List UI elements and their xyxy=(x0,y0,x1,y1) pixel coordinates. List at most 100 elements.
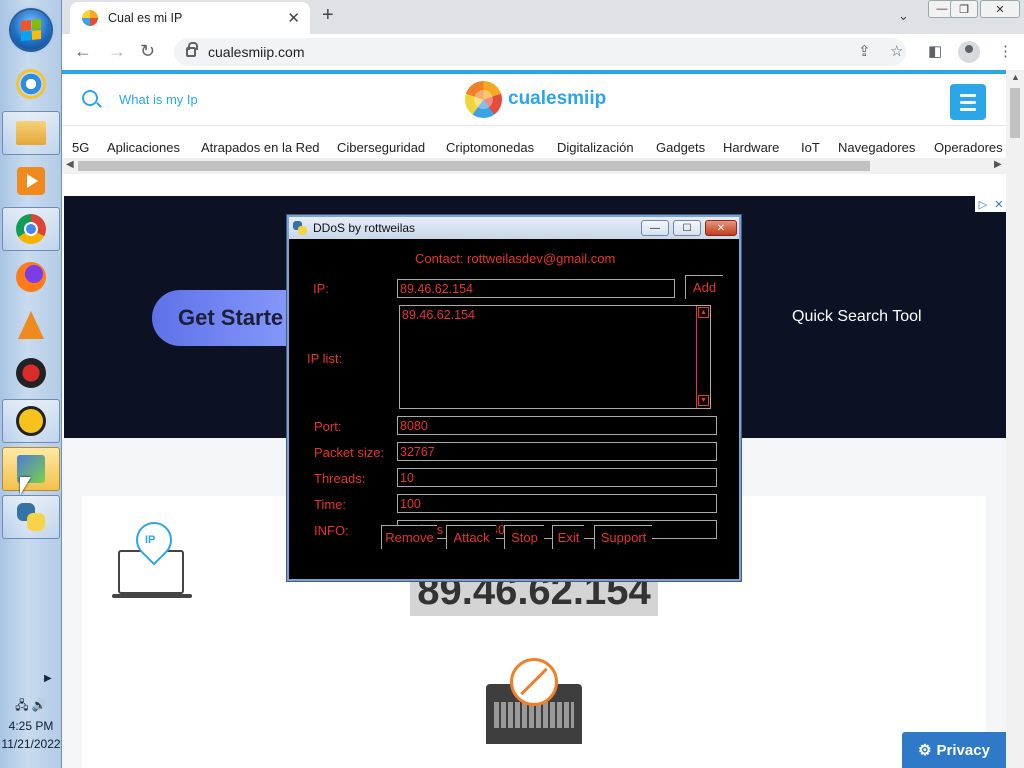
ddos-title-bar[interactable]: DDoS by rottweilas xyxy=(289,217,739,239)
listbox-scrollbar[interactable]: ▲ ▼ xyxy=(696,306,710,408)
category-link[interactable]: Ciberseguridad xyxy=(337,140,425,155)
browser-tab[interactable]: Cual es mi IP ✕ xyxy=(70,2,310,34)
network-icon[interactable]: 🖧 xyxy=(15,698,28,712)
tray-expand-icon[interactable]: ▶ xyxy=(44,673,52,684)
category-link[interactable]: Hardware xyxy=(723,140,779,155)
site-header: What is my Ip cualesmiip xyxy=(62,74,1006,126)
ip-list-label: IP list: xyxy=(307,351,343,366)
tab-search-chevron-icon[interactable]: ⌄ xyxy=(898,8,909,24)
scroll-down-icon[interactable]: ▼ xyxy=(698,395,709,406)
profile-avatar[interactable] xyxy=(958,41,980,63)
remove-button[interactable]: Remove xyxy=(381,525,437,549)
exit-button[interactable]: Exit xyxy=(552,525,584,549)
taskbar-app-red[interactable] xyxy=(2,351,60,395)
threads-input[interactable] xyxy=(397,468,717,487)
hamburger-menu-button[interactable] xyxy=(950,84,986,120)
search-link[interactable]: What is my Ip xyxy=(119,92,198,107)
mouse-cursor-icon xyxy=(20,477,31,495)
gear-icon: ⚙ xyxy=(918,742,932,759)
address-bar[interactable]: cualesmiip.com xyxy=(174,38,906,66)
ip-pin-label: IP xyxy=(145,534,156,546)
address-url: cualesmiip.com xyxy=(208,44,305,60)
yellow-app-icon xyxy=(16,406,46,436)
scroll-right-icon[interactable]: ▶ xyxy=(994,159,1002,170)
tab-title: Cual es mi IP xyxy=(108,11,183,25)
clock-time[interactable]: 4:25 PM xyxy=(0,719,62,733)
taskbar-python[interactable] xyxy=(2,495,60,539)
port-label: Port: xyxy=(314,419,342,434)
ddos-maximize-button[interactable]: ☐ xyxy=(673,220,701,236)
ad-choices-icon[interactable]: ▷ ✕ xyxy=(975,196,1006,212)
contact-text: Contact: rottweilasdev@gmail.com xyxy=(415,251,616,266)
new-tab-button[interactable]: + xyxy=(322,4,334,27)
privacy-button[interactable]: ⚙ Privacy xyxy=(902,732,1006,768)
site-logo-icon[interactable] xyxy=(465,81,502,118)
category-link[interactable]: Navegadores xyxy=(838,140,915,155)
lock-icon[interactable] xyxy=(186,42,198,57)
category-link[interactable]: Atrapados en la Red xyxy=(201,140,320,155)
taskbar-chrome[interactable] xyxy=(2,207,60,251)
reload-icon[interactable]: ↻ xyxy=(140,41,155,62)
scroll-up-icon[interactable]: ▲ xyxy=(698,307,709,318)
ddos-close-button[interactable]: ✕ xyxy=(705,220,737,236)
category-link[interactable]: Aplicaciones xyxy=(107,140,180,155)
browser-menu-icon[interactable]: ⋮ xyxy=(998,42,1013,60)
red-app-icon xyxy=(16,358,46,388)
windows-logo-icon xyxy=(21,18,41,42)
category-link[interactable]: IoT xyxy=(801,140,820,155)
ip-input[interactable] xyxy=(397,279,675,298)
category-link[interactable]: Gadgets xyxy=(656,140,705,155)
volume-icon[interactable]: 🔊 xyxy=(32,698,47,712)
port-input[interactable] xyxy=(397,416,717,435)
ddos-minimize-button[interactable]: — xyxy=(641,220,669,236)
taskbar-app-checkmark[interactable] xyxy=(2,447,60,491)
close-window-button[interactable]: ✕ xyxy=(980,0,1020,18)
start-button[interactable] xyxy=(11,10,51,50)
time-input[interactable] xyxy=(397,494,717,513)
taskbar-internet-explorer[interactable] xyxy=(2,62,60,106)
taskbar-app-yellow[interactable] xyxy=(2,399,60,443)
search-icon[interactable] xyxy=(82,90,98,106)
tray-icons: 🖧 🔊 xyxy=(0,696,62,717)
privacy-label: Privacy xyxy=(936,741,990,759)
site-logo-text[interactable]: cualesmiip xyxy=(508,88,606,110)
category-link[interactable]: Operadores xyxy=(934,140,1003,155)
category-link[interactable]: Digitalización xyxy=(557,140,634,155)
attack-button[interactable]: Attack xyxy=(446,525,496,549)
taskbar-vlc[interactable] xyxy=(2,303,60,347)
forward-icon[interactable]: → xyxy=(108,41,126,62)
ip-list-item[interactable]: 89.46.62.154 xyxy=(402,308,475,322)
chrome-icon xyxy=(16,214,46,244)
taskbar-file-explorer[interactable] xyxy=(2,111,60,155)
tab-strip: Cual es mi IP ✕ + ⌄ — ❐ ✕ xyxy=(62,0,1024,34)
ad-tagline: Quick Search Tool xyxy=(792,308,922,325)
threads-label: Threads: xyxy=(314,471,366,486)
scroll-up-icon[interactable]: ▲ xyxy=(1011,72,1020,82)
share-icon[interactable]: ⇪ xyxy=(858,42,871,60)
taskbar-media-player[interactable] xyxy=(2,159,60,203)
packet-size-input[interactable] xyxy=(397,442,717,461)
clock-date[interactable]: 11/21/2022 xyxy=(0,737,62,751)
ip-listbox[interactable]: 89.46.62.154 ▲ ▼ xyxy=(399,305,711,409)
horizontal-scrollbar[interactable]: ◀ ▶ xyxy=(62,158,1006,174)
scroll-thumb[interactable] xyxy=(78,161,870,171)
vertical-scrollbar[interactable]: ▲ xyxy=(1006,70,1024,768)
taskbar-firefox[interactable] xyxy=(2,255,60,299)
taskbar: ▶ 🖧 🔊 4:25 PM 11/21/2022 xyxy=(0,0,62,768)
close-tab-icon[interactable]: ✕ xyxy=(287,9,300,27)
restore-button[interactable]: ❐ xyxy=(950,0,978,18)
browser-toolbar: ← → ↻ cualesmiip.com ⇪ ☆ ◧ ⋮ xyxy=(62,34,1024,70)
category-link[interactable]: 5G xyxy=(72,140,89,155)
bookmark-star-icon[interactable]: ☆ xyxy=(890,42,903,60)
media-player-icon xyxy=(17,167,45,195)
scroll-thumb[interactable] xyxy=(1010,88,1020,138)
category-link[interactable]: Criptomonedas xyxy=(446,140,534,155)
side-panel-icon[interactable]: ◧ xyxy=(928,42,942,60)
stop-button[interactable]: Stop xyxy=(504,525,544,549)
support-button[interactable]: Support xyxy=(594,525,652,549)
category-nav: 5G Aplicaciones Atrapados en la Red Cibe… xyxy=(62,140,1006,160)
add-ip-button[interactable]: Add xyxy=(685,275,723,299)
site-favicon-icon xyxy=(82,10,98,26)
back-icon[interactable]: ← xyxy=(74,41,92,62)
scroll-left-icon[interactable]: ◀ xyxy=(66,159,74,170)
